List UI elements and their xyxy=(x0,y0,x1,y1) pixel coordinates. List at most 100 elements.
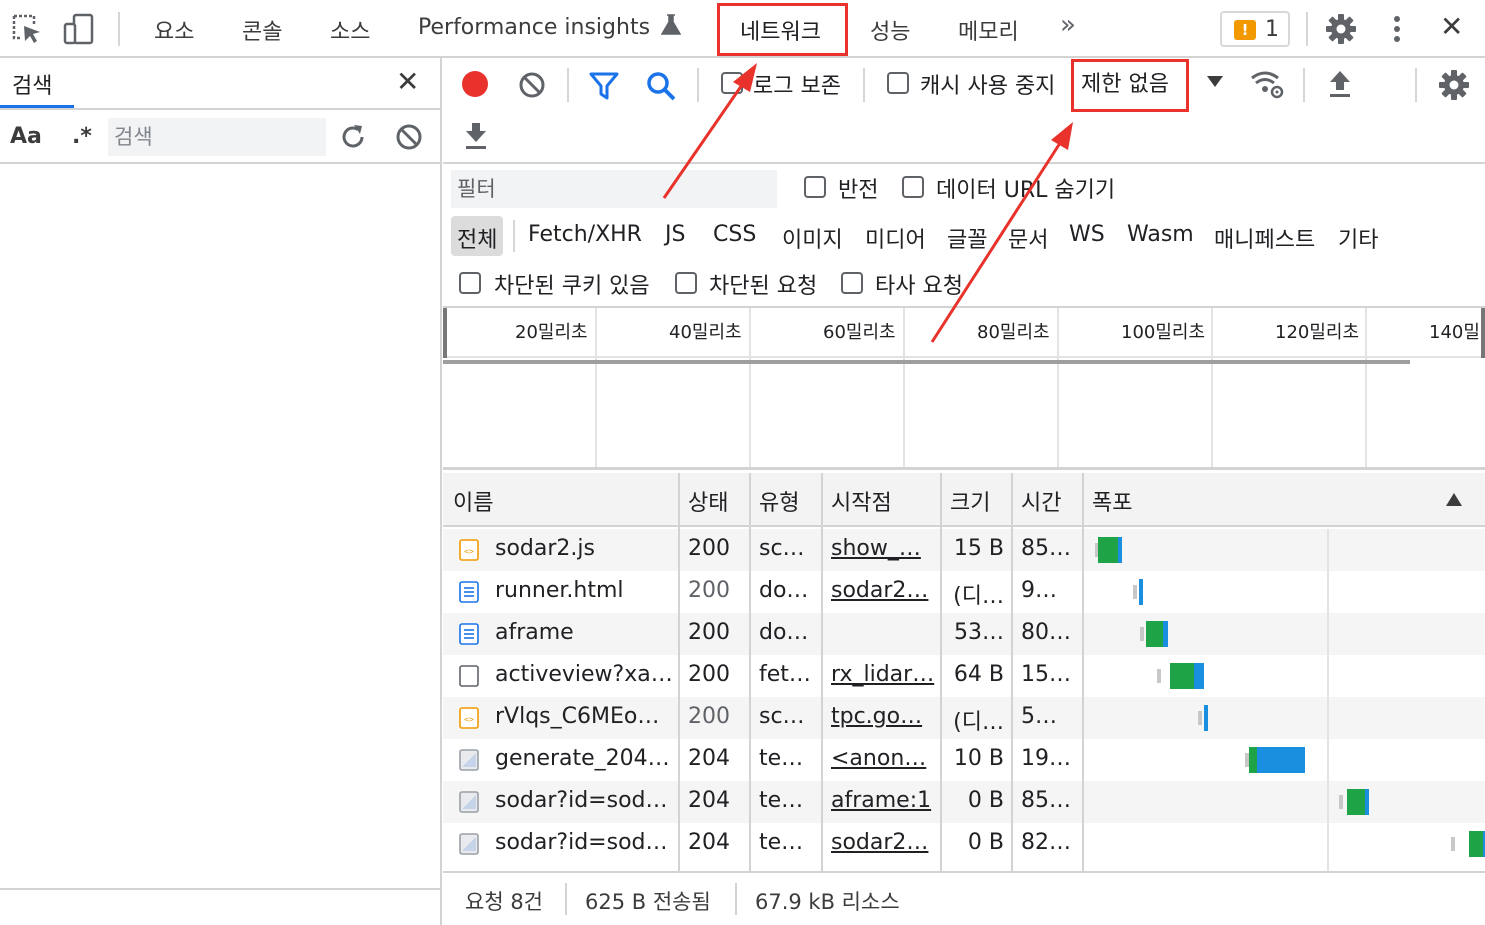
blocked-requests-checkbox[interactable] xyxy=(675,272,697,294)
column-header-status[interactable]: 상태 xyxy=(680,473,736,527)
request-initiator[interactable]: sodar2… xyxy=(823,571,941,613)
type-filter-all[interactable]: 전체 xyxy=(451,216,504,256)
search-input[interactable] xyxy=(108,118,326,156)
type-filter-other[interactable]: 기타 xyxy=(1334,216,1382,256)
experiment-flask-icon xyxy=(660,14,682,35)
waterfall-waiting-segment xyxy=(1170,663,1194,689)
tab-sources[interactable]: 소스 xyxy=(330,14,370,46)
type-filter-fetch-xhr[interactable]: Fetch/XHR xyxy=(524,216,646,256)
type-filter-manifest[interactable]: 매니페스트 xyxy=(1210,216,1319,256)
preserve-log-checkbox[interactable] xyxy=(721,72,743,94)
column-header-type[interactable]: 유형 xyxy=(751,473,807,527)
request-name: rVlqs_C6MEo… xyxy=(495,704,660,729)
request-type: te… xyxy=(759,830,804,855)
search-panel-header: 검색 ✕ xyxy=(0,58,440,110)
overview-tick-label: 100밀리초 xyxy=(1121,322,1206,343)
type-filter-js[interactable]: JS xyxy=(661,216,689,256)
clear-icon[interactable] xyxy=(394,122,424,152)
column-divider[interactable] xyxy=(940,473,942,871)
request-initiator[interactable]: <anon… xyxy=(823,739,941,781)
toolbar-separator xyxy=(567,68,569,102)
column-header-initiator[interactable]: 시작점 xyxy=(823,473,900,527)
column-header-waterfall[interactable]: 폭포 xyxy=(1084,473,1140,527)
tab-performance[interactable]: 성능 xyxy=(870,14,910,46)
disable-cache-checkbox[interactable] xyxy=(887,72,909,94)
request-initiator[interactable]: rx_lidar… xyxy=(823,655,941,697)
column-divider[interactable] xyxy=(821,473,823,871)
tab-elements[interactable]: 요소 xyxy=(154,14,194,46)
type-filter-media[interactable]: 미디어 xyxy=(861,216,930,256)
search-icon[interactable] xyxy=(645,70,677,102)
tab-console[interactable]: 콘솔 xyxy=(242,14,282,46)
request-initiator[interactable]: show_… xyxy=(823,529,941,571)
type-filter-ws[interactable]: WS xyxy=(1065,216,1109,256)
network-settings-gear-icon[interactable] xyxy=(1437,68,1471,102)
match-case-button[interactable]: Aa xyxy=(10,124,42,149)
type-filter-image[interactable]: 이미지 xyxy=(778,216,847,256)
preserve-log-label: 로그 보존 xyxy=(753,74,841,99)
waterfall-queue-segment xyxy=(1157,669,1161,683)
column-divider[interactable] xyxy=(1082,473,1084,871)
column-divider[interactable] xyxy=(678,473,680,871)
tab-memory[interactable]: 메모리 xyxy=(958,14,1019,46)
overview-gridline xyxy=(1057,308,1059,467)
waterfall-queue-segment xyxy=(1451,837,1455,851)
toolbar-separator xyxy=(1415,68,1417,102)
request-name: generate_204… xyxy=(495,746,670,771)
request-initiator[interactable]: tpc.go… xyxy=(823,697,941,739)
request-initiator xyxy=(823,613,941,655)
toolbar-separator xyxy=(118,12,120,46)
issues-counter-button[interactable]: ! 1 xyxy=(1220,11,1290,47)
request-name: aframe xyxy=(495,620,574,645)
document-file-icon xyxy=(459,581,479,603)
request-status: 200 xyxy=(688,620,730,645)
column-divider[interactable] xyxy=(1011,473,1013,871)
svg-text:<>: <> xyxy=(464,715,474,724)
overview-tick-label: 40밀리초 xyxy=(669,322,742,343)
request-name: runner.html xyxy=(495,578,624,603)
overview-tick-label: 80밀리초 xyxy=(977,322,1050,343)
device-toolbar-icon[interactable] xyxy=(62,12,96,46)
blocked-cookies-checkbox[interactable] xyxy=(459,272,481,294)
search-panel-tab[interactable]: 검색 xyxy=(12,68,52,100)
record-icon[interactable] xyxy=(459,68,491,100)
third-party-checkbox[interactable] xyxy=(841,272,863,294)
column-header-size[interactable]: 크기 xyxy=(942,473,998,527)
hide-data-urls-checkbox[interactable] xyxy=(902,176,924,198)
script-file-icon: <> xyxy=(459,707,479,729)
type-filter-css[interactable]: CSS xyxy=(709,216,760,256)
status-separator xyxy=(735,883,737,915)
export-har-icon[interactable] xyxy=(461,120,491,152)
column-header-time[interactable]: 시간 xyxy=(1013,473,1069,527)
import-har-icon[interactable] xyxy=(1325,68,1355,100)
close-devtools-button[interactable]: ✕ xyxy=(1440,10,1463,43)
resources-size: 67.9 kB 리소스 xyxy=(755,890,900,914)
inspect-element-icon[interactable] xyxy=(10,12,44,46)
request-initiator[interactable]: sodar2… xyxy=(823,823,941,865)
overview-left-handle[interactable] xyxy=(443,308,447,358)
network-conditions-icon[interactable] xyxy=(1249,68,1285,100)
invert-checkbox[interactable] xyxy=(804,176,826,198)
clear-log-icon[interactable] xyxy=(517,70,547,100)
tab-performance-insights[interactable]: Performance insights xyxy=(418,14,682,40)
type-filter-document[interactable]: 문서 xyxy=(1004,216,1052,256)
regex-button[interactable]: .* xyxy=(72,124,92,149)
column-divider[interactable] xyxy=(749,473,751,871)
overview-right-handle[interactable] xyxy=(1481,308,1485,358)
settings-gear-icon[interactable] xyxy=(1324,12,1358,46)
type-filter-wasm[interactable]: Wasm xyxy=(1123,216,1198,256)
network-panel: 로그 보존 캐시 사용 중지 제한 없음 필터 반전 데이터 URL 숨기기 전… xyxy=(443,58,1485,925)
filter-input[interactable] xyxy=(451,170,777,208)
network-toolbar: 로그 보존 캐시 사용 중지 제한 없음 xyxy=(443,58,1485,164)
type-filter-font[interactable]: 글꼴 xyxy=(943,216,991,256)
more-tabs-button[interactable]: » xyxy=(1060,10,1076,40)
close-search-panel-button[interactable]: ✕ xyxy=(396,68,419,96)
request-initiator[interactable]: aframe:1 xyxy=(823,781,941,823)
more-options-kebab-icon[interactable] xyxy=(1380,12,1414,46)
network-overview-timeline[interactable]: 20밀리초 40밀리초 60밀리초 80밀리초 100밀리초 120밀리초 14… xyxy=(443,308,1485,470)
chevron-down-icon[interactable] xyxy=(1207,76,1223,87)
image-file-icon xyxy=(459,749,479,771)
column-header-name[interactable]: 이름 xyxy=(445,473,501,527)
refresh-icon[interactable] xyxy=(338,122,368,152)
filter-funnel-icon[interactable] xyxy=(588,70,620,102)
